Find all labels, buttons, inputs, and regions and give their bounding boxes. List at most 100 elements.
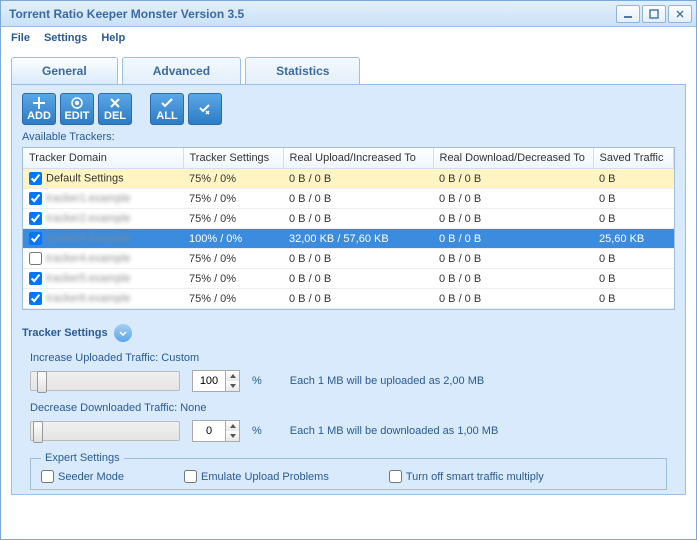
col-domain[interactable]: Tracker Domain — [23, 148, 183, 169]
row-settings: 75% / 0% — [183, 289, 283, 309]
row-download: 0 B / 0 B — [433, 229, 593, 249]
decrease-label: Decrease Downloaded Traffic: None — [30, 402, 667, 414]
row-saved: 0 B — [593, 269, 674, 289]
row-settings: 75% / 0% — [183, 189, 283, 209]
col-download[interactable]: Real Download/Decreased To — [433, 148, 593, 169]
row-saved: 25,60 KB — [593, 229, 674, 249]
increase-step-down[interactable] — [226, 381, 239, 391]
turnoff-label[interactable]: Turn off smart traffic multiply — [389, 470, 544, 483]
row-download: 0 B / 0 B — [433, 209, 593, 229]
decrease-slider[interactable] — [30, 421, 180, 441]
row-domain: Default Settings — [46, 172, 124, 184]
expert-legend: Expert Settings — [41, 452, 124, 464]
close-button[interactable] — [668, 5, 692, 23]
table-row[interactable]: tracker4.example75% / 0%0 B / 0 B0 B / 0… — [23, 249, 674, 269]
available-trackers-label: Available Trackers: — [22, 131, 675, 143]
decrease-step-down[interactable] — [226, 431, 239, 441]
row-saved: 0 B — [593, 289, 674, 309]
decrease-input[interactable] — [193, 421, 225, 441]
increase-slider[interactable] — [30, 371, 180, 391]
row-checkbox[interactable] — [29, 272, 42, 285]
row-download: 0 B / 0 B — [433, 249, 593, 269]
row-settings: 75% / 0% — [183, 249, 283, 269]
row-domain: tracker5.example — [46, 272, 130, 284]
col-upload[interactable]: Real Upload/Increased To — [283, 148, 433, 169]
col-settings[interactable]: Tracker Settings — [183, 148, 283, 169]
download-hint: Each 1 MB will be downloaded as 1,00 MB — [290, 425, 499, 437]
settings-block: Increase Uploaded Traffic: Custom % Each… — [22, 352, 675, 490]
increase-steppers — [225, 371, 239, 391]
row-download: 0 B / 0 B — [433, 289, 593, 309]
row-domain: tracker4.example — [46, 252, 130, 264]
expert-row: Seeder Mode Emulate Upload Problems Turn… — [41, 470, 656, 483]
tab-advanced[interactable]: Advanced — [122, 57, 241, 84]
emulate-label[interactable]: Emulate Upload Problems — [184, 470, 329, 483]
turnoff-checkbox[interactable] — [389, 470, 402, 483]
increase-step-up[interactable] — [226, 371, 239, 381]
table-row[interactable]: tracker3.example 100% / 0%32,00 KB / 57,6… — [23, 229, 674, 249]
table-row[interactable]: tracker6.example75% / 0%0 B / 0 B0 B / 0… — [23, 289, 674, 309]
check-all-button[interactable]: ALL — [150, 93, 184, 125]
row-settings: 75% / 0% — [183, 269, 283, 289]
table-row[interactable]: tracker1.example75% / 0%0 B / 0 B0 B / 0… — [23, 189, 674, 209]
row-checkbox[interactable] — [29, 252, 42, 265]
collapse-icon[interactable] — [114, 324, 132, 342]
increase-numbox — [192, 370, 240, 392]
expert-fieldset: Expert Settings Seeder Mode Emulate Uplo… — [30, 452, 667, 490]
decrease-steppers — [225, 421, 239, 441]
upload-hint: Each 1 MB will be uploaded as 2,00 MB — [290, 375, 484, 387]
menu-help[interactable]: Help — [101, 32, 125, 44]
row-upload: 32,00 KB / 57,60 KB — [283, 229, 433, 249]
row-checkbox[interactable] — [29, 292, 42, 305]
row-settings: 100% / 0% — [183, 229, 283, 249]
increase-input[interactable] — [193, 371, 225, 391]
row-upload: 0 B / 0 B — [283, 269, 433, 289]
pct-label-1: % — [252, 375, 262, 387]
row-checkbox[interactable] — [29, 192, 42, 205]
menu-file[interactable]: File — [11, 32, 30, 44]
row-checkbox[interactable] — [29, 232, 42, 245]
row-settings: 75% / 0% — [183, 169, 283, 189]
edit-button[interactable]: EDIT — [60, 93, 94, 125]
row-upload: 0 B / 0 B — [283, 289, 433, 309]
tracker-settings-label: Tracker Settings — [22, 327, 108, 339]
row-upload: 0 B / 0 B — [283, 189, 433, 209]
row-upload: 0 B / 0 B — [283, 209, 433, 229]
row-download: 0 B / 0 B — [433, 189, 593, 209]
row-saved: 0 B — [593, 209, 674, 229]
slider-thumb[interactable] — [33, 421, 43, 443]
increase-label: Increase Uploaded Traffic: Custom — [30, 352, 667, 364]
maximize-button[interactable] — [642, 5, 666, 23]
row-domain: tracker3.example — [46, 232, 130, 244]
seeder-mode-label[interactable]: Seeder Mode — [41, 470, 124, 483]
tab-statistics[interactable]: Statistics — [245, 57, 360, 84]
decrease-row: % Each 1 MB will be downloaded as 1,00 M… — [30, 420, 667, 442]
uncheck-all-button[interactable] — [188, 93, 222, 125]
slider-thumb[interactable] — [37, 371, 47, 393]
general-panel: ADD EDIT DEL ALL Available Trackers: Tra… — [11, 85, 686, 495]
tabs: General Advanced Statistics — [11, 57, 686, 85]
row-checkbox[interactable] — [29, 212, 42, 225]
row-domain: tracker6.example — [46, 292, 130, 304]
row-saved: 0 B — [593, 189, 674, 209]
decrease-step-up[interactable] — [226, 421, 239, 431]
row-upload: 0 B / 0 B — [283, 249, 433, 269]
emulate-checkbox[interactable] — [184, 470, 197, 483]
seeder-mode-checkbox[interactable] — [41, 470, 54, 483]
tab-general[interactable]: General — [11, 57, 118, 84]
trackers-grid: Tracker Domain Tracker Settings Real Upl… — [22, 147, 675, 310]
pct-label-2: % — [252, 425, 262, 437]
table-row[interactable]: tracker5.example75% / 0%0 B / 0 B0 B / 0… — [23, 269, 674, 289]
table-row[interactable]: tracker2.example75% / 0%0 B / 0 B0 B / 0… — [23, 209, 674, 229]
col-saved[interactable]: Saved Traffic — [593, 148, 674, 169]
table-row[interactable]: Default Settings75% / 0%0 B / 0 B0 B / 0… — [23, 169, 674, 189]
delete-button[interactable]: DEL — [98, 93, 132, 125]
minimize-button[interactable] — [616, 5, 640, 23]
row-domain: tracker1.example — [46, 192, 130, 204]
row-domain: tracker2.example — [46, 212, 130, 224]
row-checkbox[interactable] — [29, 172, 42, 185]
window-title: Torrent Ratio Keeper Monster Version 3.5 — [9, 7, 244, 21]
add-button[interactable]: ADD — [22, 93, 56, 125]
window-controls — [616, 5, 692, 23]
menu-settings[interactable]: Settings — [44, 32, 87, 44]
